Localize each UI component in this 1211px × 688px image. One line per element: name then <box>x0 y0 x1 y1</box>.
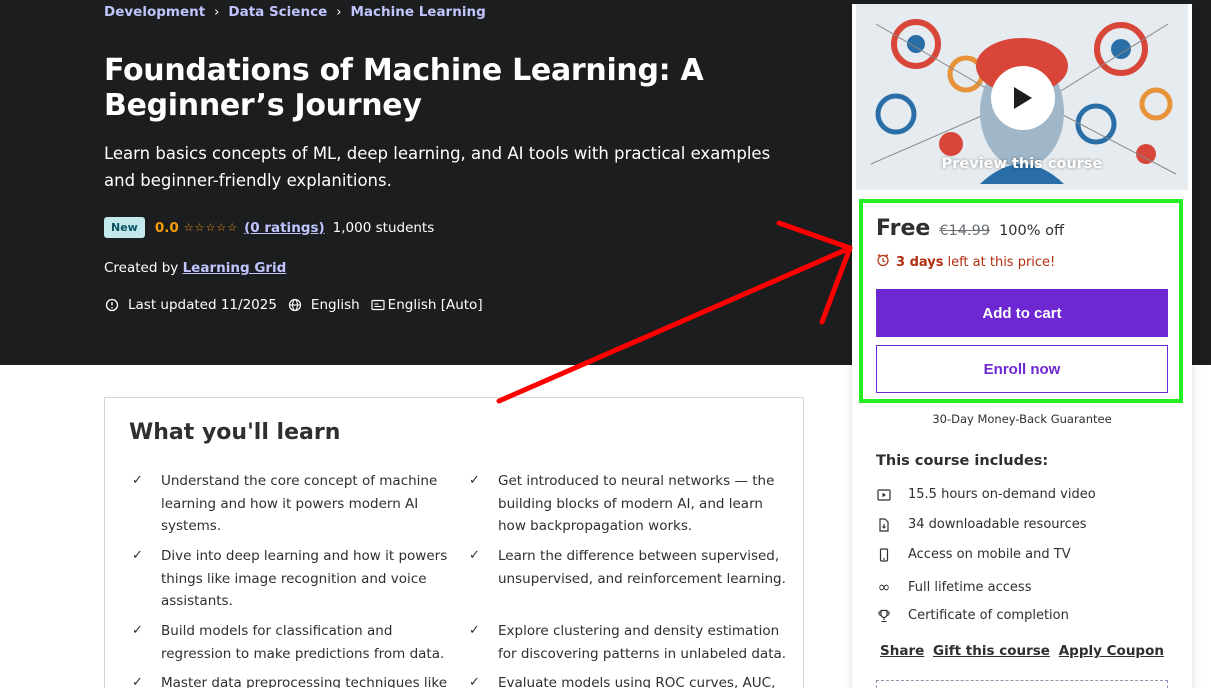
new-badge: New <box>104 217 145 238</box>
video-icon <box>876 488 892 501</box>
breadcrumb: Development › Data Science › Machine Lea… <box>104 4 486 20</box>
students-count: 1,000 students <box>332 219 435 236</box>
breadcrumb-data-science[interactable]: Data Science <box>228 4 327 20</box>
check-icon: ✓ <box>132 473 143 488</box>
learn-item: ✓ Get introduced to neural networks — th… <box>469 470 788 538</box>
star-rating-icon: ☆☆☆☆☆ <box>183 221 239 234</box>
ratings-link[interactable]: (0 ratings) <box>244 220 325 236</box>
created-by-label: Created by <box>104 260 179 276</box>
trophy-icon <box>876 609 892 623</box>
course-subtitle: Learn basics concepts of ML, deep learni… <box>104 144 771 190</box>
share-button[interactable]: Share <box>880 643 924 659</box>
apply-coupon-button[interactable]: Apply Coupon <box>1059 643 1164 659</box>
check-icon: ✓ <box>132 623 143 638</box>
include-item: 34 downloadable resources <box>876 517 1087 532</box>
learn-item: ✓ Build models for classification and re… <box>132 620 451 665</box>
check-icon: ✓ <box>469 675 480 688</box>
learn-item: ✓ Explore clustering and density estimat… <box>469 620 788 665</box>
what-youll-learn: What you'll learn ✓ Understand the core … <box>104 397 804 688</box>
coupon-box <box>876 680 1168 688</box>
check-icon: ✓ <box>469 548 480 563</box>
course-captions: English [Auto] <box>387 297 483 313</box>
course-preview[interactable]: Preview this course <box>856 4 1188 190</box>
course-language: English <box>310 297 360 313</box>
include-item: 15.5 hours on-demand video <box>876 487 1096 502</box>
chevron-right-icon: › <box>214 4 220 20</box>
preview-label[interactable]: Preview this course <box>856 156 1188 172</box>
closed-caption-icon <box>370 297 386 313</box>
chevron-right-icon: › <box>336 4 342 20</box>
file-download-icon <box>876 517 892 532</box>
check-icon: ✓ <box>469 623 480 638</box>
author-link[interactable]: Learning Grid <box>183 260 287 276</box>
sidebar-actions: Share Gift this course Apply Coupon <box>880 643 1164 659</box>
globe-icon <box>287 297 303 313</box>
learn-item: ✓ Understand the core concept of machine… <box>132 470 451 538</box>
alert-clock-icon <box>104 297 120 313</box>
highlight-box <box>859 199 1183 403</box>
breadcrumb-machine-learning[interactable]: Machine Learning <box>350 4 485 20</box>
course-title: Foundations of Machine Learning: A Begin… <box>104 53 704 123</box>
check-icon: ✓ <box>132 548 143 563</box>
includes-title: This course includes: <box>876 453 1049 469</box>
created-by: Created by Learning Grid <box>104 260 286 276</box>
infinity-icon: ∞ <box>877 578 891 596</box>
check-icon: ✓ <box>132 675 143 688</box>
learn-item: ✓ Dive into deep learning and how it pow… <box>132 545 451 613</box>
last-updated: Last updated 11/2025 <box>128 297 277 313</box>
money-back-guarantee: 30-Day Money-Back Guarantee <box>932 412 1112 426</box>
include-item: Certificate of completion <box>876 608 1069 623</box>
mobile-icon <box>876 547 892 562</box>
include-item: ∞ Full lifetime access <box>877 578 1032 596</box>
breadcrumb-development[interactable]: Development <box>104 4 205 20</box>
play-icon[interactable] <box>991 66 1055 130</box>
learn-title: What you'll learn <box>129 420 341 445</box>
rating-row: New 0.0 ☆☆☆☆☆ (0 ratings) 1,000 students <box>104 217 434 238</box>
include-item: Access on mobile and TV <box>876 547 1071 562</box>
rating-value: 0.0 <box>154 219 179 236</box>
learn-item: ✓ Learn the difference between supervise… <box>469 545 788 590</box>
learn-item: ✓ Master data preprocessing techniques l… <box>132 672 451 688</box>
gift-course-button[interactable]: Gift this course <box>933 643 1050 659</box>
check-icon: ✓ <box>469 473 480 488</box>
learn-item: ✓ Evaluate models using ROC curves, AUC,… <box>469 672 788 688</box>
course-meta: Last updated 11/2025 English English [Au… <box>104 297 493 313</box>
